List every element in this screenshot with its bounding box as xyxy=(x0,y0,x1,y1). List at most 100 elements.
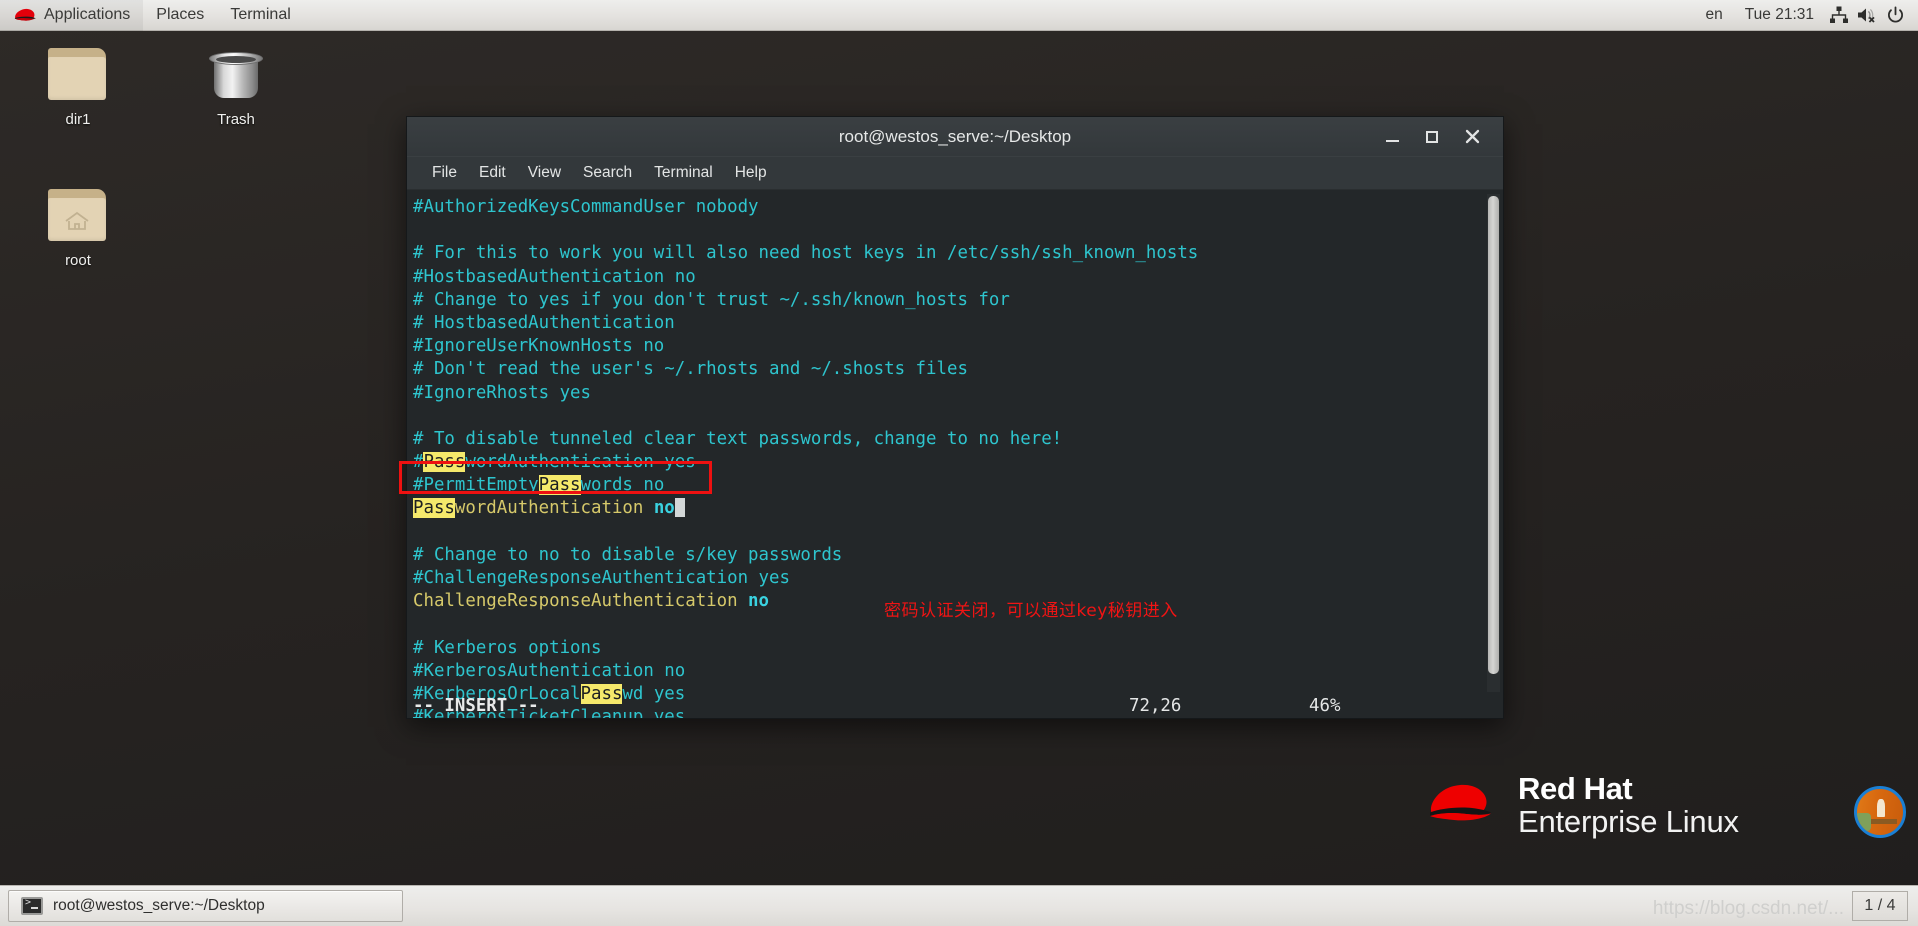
terminal-line: #ChallengeResponseAuthentication yes xyxy=(413,567,1503,590)
terminal-span: #AuthorizedKeysCommandUser nobody xyxy=(413,197,759,217)
terminal-body[interactable]: #AuthorizedKeysCommandUser nobody # For … xyxy=(407,190,1503,718)
taskbar-window-button[interactable]: root@westos_serve:~/Desktop xyxy=(8,890,403,922)
terminal-line: # For this to work you will also need ho… xyxy=(413,242,1503,265)
vim-scroll-percent: 46% xyxy=(1309,696,1341,716)
terminal-span: # Change to no to disable s/key password… xyxy=(413,544,843,565)
wallpaper-preview-icon[interactable] xyxy=(1854,786,1906,838)
terminal-line: #IgnoreUserKnownHosts no xyxy=(413,335,1503,358)
terminal-icon xyxy=(21,897,43,915)
terminal-span: # Kerberos options xyxy=(413,637,602,658)
workspace-switcher[interactable]: 1 / 4 xyxy=(1852,891,1908,921)
terminal-scrollbar[interactable] xyxy=(1487,194,1500,692)
branding-line-2: Enterprise Linux xyxy=(1518,803,1739,839)
terminal-line: #IgnoreRhosts yes xyxy=(413,382,1503,405)
search-match-highlight: Pass xyxy=(423,452,466,473)
terminal-line: # HostbasedAuthentication xyxy=(413,312,1503,335)
terminal-line: #HostbasedAuthentication no xyxy=(413,266,1503,289)
desktop-icon-dir1[interactable]: dir1 xyxy=(18,44,138,128)
desktop-icon-label: dir1 xyxy=(65,111,91,128)
terminal-line: #PasswordAuthentication yes xyxy=(413,451,1503,474)
terminal-line: # Change to yes if you don't trust ~/.ss… xyxy=(413,289,1503,312)
terminal-text-content: #AuthorizedKeysCommandUser nobody # For … xyxy=(407,190,1503,718)
clock-label: Tue 21:31 xyxy=(1744,6,1814,23)
terminal-span: ChallengeResponseAuthentication xyxy=(413,591,749,612)
redhat-enterprise-linux-branding: Red Hat Enterprise Linux xyxy=(1424,771,1739,839)
taskbar-right-area: 1 / 4 xyxy=(1852,891,1918,921)
terminal-span: #KerberosAuthentication no xyxy=(413,660,686,681)
annotation-note-text: 密码认证关闭，可以通过key秘钥进入 xyxy=(884,601,1178,621)
workspace-switcher-label: 1 / 4 xyxy=(1864,897,1896,914)
terminal-menu-bar: File Edit View Search Terminal Help xyxy=(407,157,1503,190)
network-icon[interactable] xyxy=(1826,0,1852,31)
bottom-taskbar: root@westos_serve:~/Desktop 1 / 4 xyxy=(0,885,1918,926)
volume-muted-icon[interactable] xyxy=(1854,0,1880,31)
applications-menu-label: Applications xyxy=(44,6,131,23)
terminal-span: wordAuthentication xyxy=(454,498,654,519)
terminal-menu-label: Terminal xyxy=(230,6,291,23)
terminal-line: # Kerberos options xyxy=(413,637,1503,660)
terminal-span: no xyxy=(748,591,769,612)
vim-cursor-position: 72,26 xyxy=(1129,696,1182,716)
terminal-line: # Don't read the user's ~/.rhosts and ~/… xyxy=(413,358,1503,381)
terminal-line: #PermitEmptyPasswords no xyxy=(413,474,1503,497)
terminal-title-bar[interactable]: root@westos_serve:~/Desktop xyxy=(407,117,1503,157)
places-menu[interactable]: Places xyxy=(143,0,217,31)
redhat-fedora-icon xyxy=(13,7,37,23)
search-match-highlight: Pass xyxy=(538,475,581,496)
applications-menu[interactable]: Applications xyxy=(0,0,144,31)
desktop-icon-label: Trash xyxy=(217,111,255,128)
taskbar-window-label: root@westos_serve:~/Desktop xyxy=(53,897,265,914)
keyboard-layout-indicator[interactable]: en xyxy=(1696,0,1733,31)
menu-help[interactable]: Help xyxy=(724,160,778,186)
terminal-span: # Don't read the user's ~/.rhosts and ~/… xyxy=(413,359,968,380)
desktop-icon-root[interactable]: root xyxy=(18,185,138,269)
branding-line-1: Red Hat xyxy=(1518,771,1633,806)
terminal-span: #ChallengeResponseAuthentication yes xyxy=(413,568,790,588)
maximize-icon[interactable] xyxy=(1413,122,1451,152)
folder-icon xyxy=(42,44,114,106)
menu-file[interactable]: File xyxy=(421,160,468,186)
menu-view[interactable]: View xyxy=(517,160,572,186)
terminal-span: words no xyxy=(580,475,665,496)
search-match-highlight: Pass xyxy=(413,498,455,519)
terminal-span: no xyxy=(653,498,675,519)
power-icon[interactable] xyxy=(1882,0,1908,31)
terminal-span: # Change to yes if you don't trust ~/.ss… xyxy=(413,289,1010,310)
vim-status-line: -- INSERT -- 72,26 46% xyxy=(413,696,1483,716)
keyboard-layout-label: en xyxy=(1705,6,1723,23)
terminal-span: #HostbasedAuthentication no xyxy=(413,266,696,287)
top-panel-menus: Applications Places Terminal xyxy=(0,0,304,31)
terminal-line: PasswordAuthentication no xyxy=(413,497,1503,520)
terminal-span: # HostbasedAuthentication xyxy=(413,312,675,333)
top-panel: Applications Places Terminal en Tue 21:3… xyxy=(0,0,1918,31)
home-folder-icon xyxy=(42,185,114,247)
terminal-scrollbar-thumb[interactable] xyxy=(1488,196,1499,675)
menu-terminal[interactable]: Terminal xyxy=(643,160,724,186)
minimize-icon[interactable] xyxy=(1373,122,1411,152)
redhat-hat-icon xyxy=(1424,778,1500,833)
clock[interactable]: Tue 21:31 xyxy=(1735,0,1824,31)
terminal-title: root@westos_serve:~/Desktop xyxy=(838,126,1072,146)
terminal-span: # To disable tunneled clear text passwor… xyxy=(413,428,1063,449)
desktop-icon-trash[interactable]: Trash xyxy=(176,44,296,128)
desktop-screen: Applications Places Terminal en Tue 21:3… xyxy=(0,0,1918,926)
terminal-cursor xyxy=(674,498,685,518)
terminal-span: # For this to work you will also need ho… xyxy=(413,243,1199,264)
close-icon[interactable] xyxy=(1453,122,1491,152)
desktop-icon-label: root xyxy=(65,252,91,269)
terminal-line: # Change to no to disable s/key password… xyxy=(413,544,1503,567)
trash-icon xyxy=(200,44,272,106)
terminal-menu[interactable]: Terminal xyxy=(217,0,303,31)
terminal-line: #KerberosAuthentication no xyxy=(413,660,1503,683)
window-controls xyxy=(1373,117,1503,157)
top-panel-tray: en Tue 21:31 xyxy=(1696,0,1918,31)
terminal-span: #IgnoreRhosts yes xyxy=(413,382,591,403)
vim-mode: -- INSERT -- xyxy=(413,696,539,716)
menu-edit[interactable]: Edit xyxy=(468,160,517,186)
terminal-line: #AuthorizedKeysCommandUser nobody xyxy=(413,196,1503,219)
terminal-window[interactable]: root@westos_serve:~/Desktop File Edit Vi… xyxy=(406,116,1504,719)
menu-search[interactable]: Search xyxy=(572,160,643,186)
